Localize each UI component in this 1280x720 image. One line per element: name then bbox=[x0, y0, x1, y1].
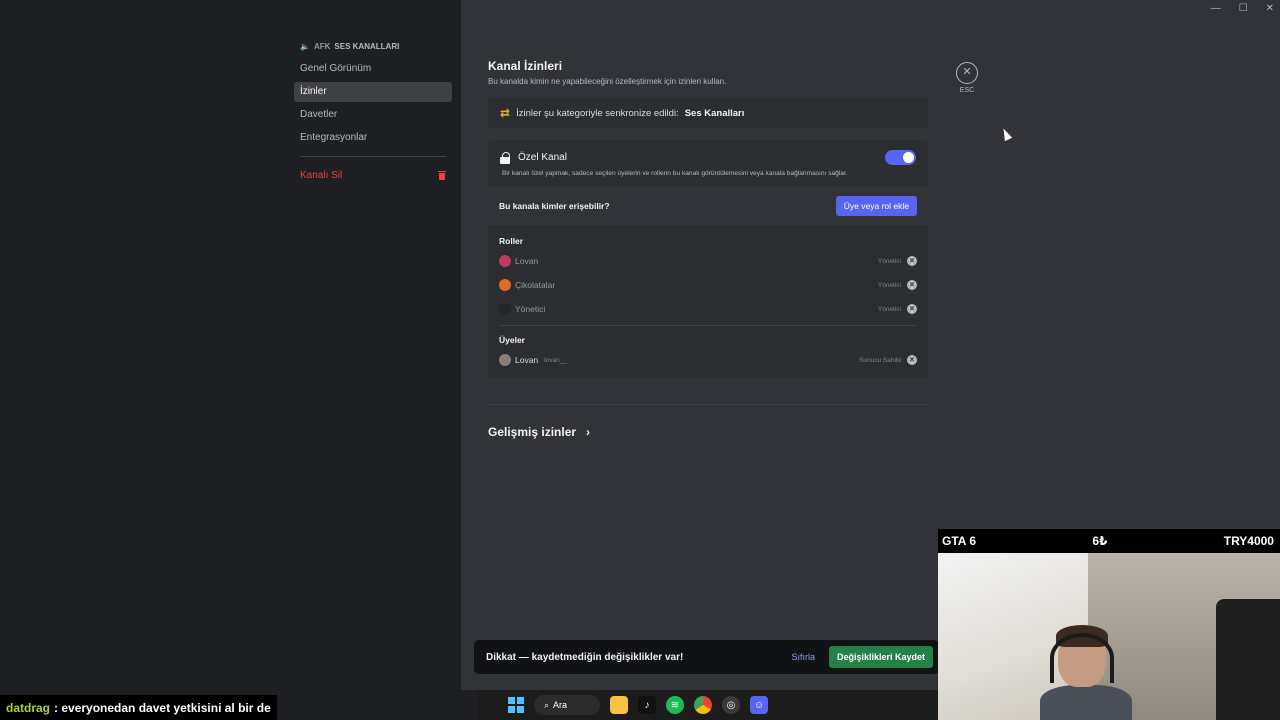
add-member-or-role-button[interactable]: Üye veya rol ekle bbox=[835, 196, 917, 216]
access-row: Bu kanala kimler erişebilir? Üye veya ro… bbox=[488, 187, 928, 225]
window-controls: — ☐ ✕ bbox=[1211, 3, 1274, 14]
page-title: Kanal İzinleri bbox=[488, 59, 563, 73]
chevron-right-icon: › bbox=[586, 425, 591, 439]
trash-icon bbox=[438, 170, 446, 180]
stream-info-bar: GTA 6 6₺ TRY4000 bbox=[938, 529, 1280, 553]
minimize-icon[interactable]: — bbox=[1211, 3, 1221, 14]
webcam-overlay: GTA 6 6₺ TRY4000 bbox=[938, 529, 1280, 720]
stream-goal-progress: 6₺ bbox=[1092, 534, 1108, 548]
member-row: Lovan lovan__ Sunucu Sahibi × bbox=[499, 348, 917, 372]
role-row: Çikolatalar Yönetici × bbox=[499, 273, 917, 297]
sidebar-item-permissions[interactable]: İzinler bbox=[294, 82, 452, 102]
search-icon: ⌕ bbox=[544, 699, 550, 710]
file-explorer-icon[interactable] bbox=[610, 696, 628, 714]
access-question: Bu kanala kimler erişebilir? bbox=[499, 201, 610, 211]
taskbar: ⌕ Ara ♪ ≋ ◎ ☺ bbox=[478, 690, 938, 720]
maximize-icon[interactable]: ☐ bbox=[1239, 3, 1248, 14]
role-tag: Yönetici bbox=[877, 257, 901, 265]
chat-username: datdrag bbox=[6, 700, 51, 715]
stream-goal-label: GTA 6 bbox=[942, 534, 977, 548]
role-tag: Yönetici bbox=[877, 281, 901, 289]
member-tag: Sunucu Sahibi bbox=[859, 356, 901, 364]
category-prefix: AFK bbox=[313, 41, 331, 51]
sidebar-item-overview[interactable]: Genel Görünüm bbox=[294, 59, 452, 79]
webcam-person bbox=[1040, 625, 1132, 720]
role-icon bbox=[499, 279, 511, 291]
tiktok-icon[interactable]: ♪ bbox=[638, 696, 656, 714]
access-list: Roller Lovan Yönetici × Çikolatalar Yöne… bbox=[488, 225, 928, 378]
category-name: SES KANALLARI bbox=[334, 41, 400, 51]
sync-text: İzinler şu kategoriyle senkronize edildi… bbox=[516, 107, 679, 119]
close-icon[interactable]: ✕ bbox=[956, 62, 978, 84]
reset-button[interactable]: Sıfırla bbox=[791, 652, 815, 662]
remove-icon[interactable]: × bbox=[907, 355, 917, 365]
settings-sidebar: 🔈 AFK SES KANALLARI Genel Görünüm İzinle… bbox=[0, 0, 461, 690]
section-divider bbox=[488, 404, 928, 405]
sidebar-divider bbox=[300, 156, 446, 157]
taskbar-search-label: Ara bbox=[553, 700, 568, 710]
private-channel-description: Bir kanalı özel yapmak, sadece seçilen ü… bbox=[502, 170, 848, 177]
sync-icon: ⇄ bbox=[500, 106, 511, 120]
category-header: 🔈 AFK SES KANALLARI bbox=[294, 40, 452, 52]
remove-icon[interactable]: × bbox=[907, 256, 917, 266]
roles-title: Roller bbox=[499, 236, 524, 246]
role-icon bbox=[499, 255, 511, 267]
sync-notice: ⇄ İzinler şu kategoriyle senkronize edil… bbox=[488, 98, 928, 128]
role-row: Yönetici Yönetici × bbox=[499, 297, 917, 321]
permissions-content: Kanal İzinleri Bu kanalda kimin ne yapab… bbox=[488, 58, 928, 439]
role-icon bbox=[499, 303, 511, 315]
windows-start-icon[interactable] bbox=[508, 697, 524, 713]
speaker-icon: 🔈 bbox=[300, 41, 310, 51]
sidebar-item-invites[interactable]: Davetler bbox=[294, 105, 452, 125]
save-changes-button[interactable]: Değişiklikleri Kaydet bbox=[828, 646, 933, 668]
sidebar-nav: 🔈 AFK SES KANALLARI Genel Görünüm İzinle… bbox=[294, 40, 452, 185]
role-name: Lovan bbox=[515, 256, 539, 266]
role-name: Yönetici bbox=[515, 304, 546, 314]
page-subtitle: Bu kanalda kimin ne yapabileceğini özell… bbox=[488, 77, 727, 86]
member-name: Lovan bbox=[515, 355, 539, 365]
app-icon[interactable]: ◎ bbox=[722, 696, 740, 714]
sync-category: Ses Kanalları bbox=[684, 107, 745, 119]
chrome-icon[interactable] bbox=[694, 696, 712, 714]
taskbar-search[interactable]: ⌕ Ara bbox=[534, 695, 600, 715]
esc-label: ESC bbox=[959, 87, 975, 94]
remove-icon[interactable]: × bbox=[907, 280, 917, 290]
app-root: 🔈 AFK SES KANALLARI Genel Görünüm İzinle… bbox=[0, 0, 1280, 720]
private-channel-label: Özel Kanal bbox=[518, 152, 567, 163]
remove-icon[interactable]: × bbox=[907, 304, 917, 314]
role-name: Çikolatalar bbox=[515, 280, 556, 290]
private-channel-row: Özel Kanal Bir kanalı özel yapmak, sadec… bbox=[488, 140, 928, 187]
role-tag: Yönetici bbox=[877, 305, 901, 313]
member-username: lovan__ bbox=[544, 356, 567, 364]
stream-chat-message: datdrag : everyonedan davet yetkisini al… bbox=[0, 695, 277, 720]
advanced-permissions-label: Gelişmiş izinler bbox=[488, 425, 577, 439]
delete-channel-button[interactable]: Kanalı Sil bbox=[294, 165, 452, 185]
lock-icon bbox=[500, 151, 510, 164]
esc-close[interactable]: ✕ ESC bbox=[955, 62, 979, 94]
delete-channel-label: Kanalı Sil bbox=[300, 169, 343, 181]
headset-icon bbox=[1050, 633, 1114, 683]
list-divider bbox=[499, 325, 917, 326]
avatar bbox=[499, 354, 511, 366]
close-window-icon[interactable]: ✕ bbox=[1266, 3, 1274, 14]
discord-icon[interactable]: ☺ bbox=[750, 696, 768, 714]
role-row: Lovan Yönetici × bbox=[499, 249, 917, 273]
stream-goal-target: TRY4000 bbox=[1223, 534, 1274, 548]
unsaved-changes-message: Dikkat — kaydetmediğin değişiklikler var… bbox=[486, 651, 684, 663]
unsaved-changes-bar: Dikkat — kaydetmediğin değişiklikler var… bbox=[474, 640, 939, 674]
private-channel-card: Özel Kanal Bir kanalı özel yapmak, sadec… bbox=[488, 140, 928, 378]
webcam-chair bbox=[1216, 599, 1280, 720]
spotify-icon[interactable]: ≋ bbox=[666, 696, 684, 714]
advanced-permissions-link[interactable]: Gelişmiş izinler › bbox=[488, 425, 928, 439]
members-title: Üyeler bbox=[499, 335, 525, 345]
sidebar-item-integrations[interactable]: Entegrasyonlar bbox=[294, 128, 452, 148]
chat-text: : everyonedan davet yetkisini al bir de bbox=[54, 700, 271, 715]
private-channel-toggle[interactable] bbox=[885, 150, 916, 165]
